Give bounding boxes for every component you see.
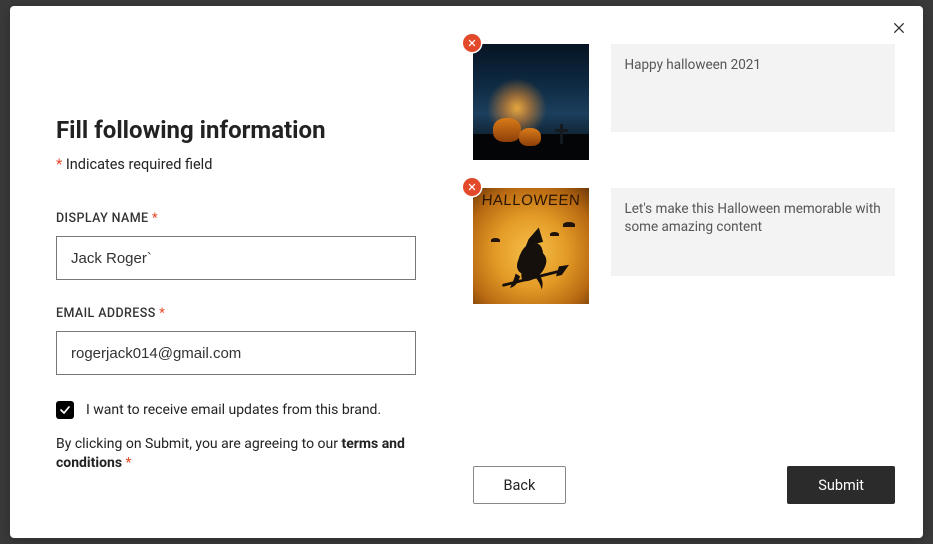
display-name-label-text: DISPLAY NAME xyxy=(56,211,149,226)
display-name-group: DISPLAY NAME * xyxy=(56,211,407,280)
required-asterisk: * xyxy=(152,211,158,226)
post-row-1: HALLOWEEN xyxy=(473,188,896,304)
required-asterisk: * xyxy=(159,306,165,321)
terms-line: By clicking on Submit, you are agreeing … xyxy=(56,435,407,473)
remove-post-icon[interactable] xyxy=(463,34,481,52)
email-group: EMAIL ADDRESS * xyxy=(56,306,407,375)
required-note: * Indicates required field xyxy=(56,156,407,173)
preview-pane: Happy halloween 2021 HALLOWEEN xyxy=(467,6,924,538)
post-caption[interactable]: Happy halloween 2021 xyxy=(611,44,896,132)
remove-post-icon[interactable] xyxy=(463,178,481,196)
display-name-input[interactable] xyxy=(56,236,416,280)
email-label: EMAIL ADDRESS * xyxy=(56,306,407,321)
submission-modal: Fill following information * Indicates r… xyxy=(10,6,923,538)
form-pane: Fill following information * Indicates r… xyxy=(10,6,467,538)
optin-checkbox[interactable] xyxy=(56,401,74,419)
display-name-label: DISPLAY NAME * xyxy=(56,211,407,226)
optin-row: I want to receive email updates from thi… xyxy=(56,401,407,419)
modal-footer: Back Submit xyxy=(473,466,896,538)
submit-button[interactable]: Submit xyxy=(787,466,895,504)
post-caption[interactable]: Let's make this Halloween memorable with… xyxy=(611,188,896,276)
back-button[interactable]: Back xyxy=(473,466,567,504)
email-label-text: EMAIL ADDRESS xyxy=(56,306,156,321)
witch-icon xyxy=(497,226,569,298)
post-row-0: Happy halloween 2021 xyxy=(473,44,896,160)
required-asterisk: * xyxy=(126,455,132,471)
required-note-text: Indicates required field xyxy=(62,156,212,173)
terms-prefix: By clicking on Submit, you are agreeing … xyxy=(56,436,341,452)
post-thumbnail[interactable]: HALLOWEEN xyxy=(473,188,589,304)
post-thumbnail[interactable] xyxy=(473,44,589,160)
post-thumbnail-wrap: HALLOWEEN xyxy=(473,188,589,304)
email-input[interactable] xyxy=(56,331,416,375)
optin-label: I want to receive email updates from thi… xyxy=(86,402,381,418)
form-heading: Fill following information xyxy=(56,116,407,144)
post-thumbnail-wrap xyxy=(473,44,589,160)
thumbnail-title: HALLOWEEN xyxy=(473,192,589,209)
